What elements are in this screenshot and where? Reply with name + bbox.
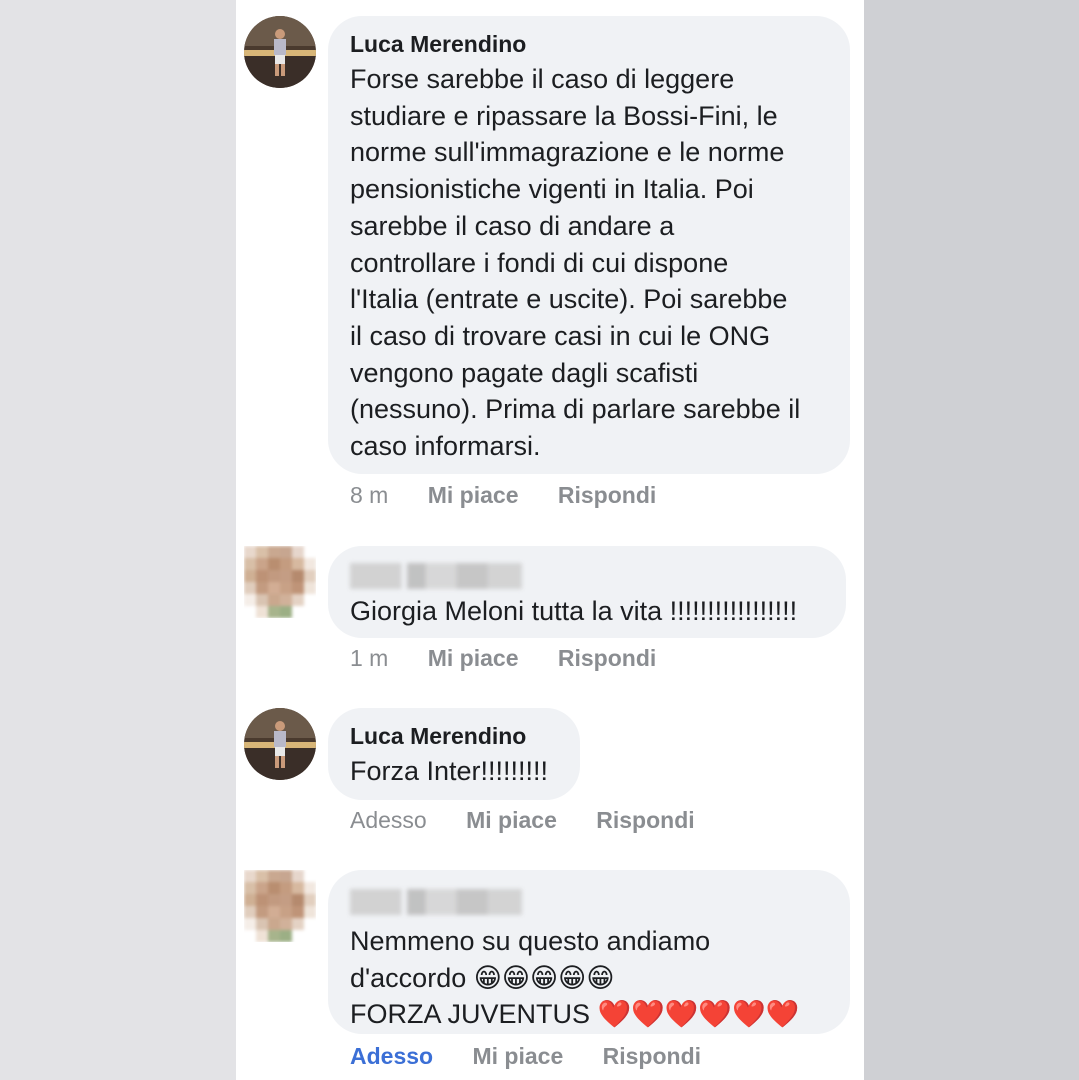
comment-time[interactable]: 8 m — [350, 482, 388, 509]
reply-button[interactable]: Rispondi — [603, 1043, 701, 1070]
comment-bubble: Nemmeno su questo andiamo d'accordo 😁😁😁😁… — [328, 870, 850, 1034]
comment-text: Giorgia Meloni tutta la vita !!!!!!!!!!!… — [350, 596, 798, 626]
right-background — [864, 0, 1079, 1080]
author-redacted — [350, 889, 522, 915]
like-button[interactable]: Mi piace — [428, 482, 519, 509]
comment-actions: 1 m Mi piace Rispondi — [350, 645, 689, 672]
comments-panel: Luca Merendino Forse sarebbe il caso di … — [236, 0, 864, 1080]
comment-time[interactable]: Adesso — [350, 1043, 433, 1070]
comment-author[interactable]: Luca Merendino — [350, 721, 560, 751]
reply-button[interactable]: Rispondi — [558, 482, 656, 509]
reply-button[interactable]: Rispondi — [558, 645, 656, 672]
left-background — [0, 0, 236, 1080]
comment-time[interactable]: Adesso — [350, 807, 427, 834]
like-button[interactable]: Mi piace — [466, 807, 557, 834]
comment-time[interactable]: 1 m — [350, 645, 388, 672]
comment-actions: 8 m Mi piace Rispondi — [350, 482, 689, 509]
comment-text: Nemmeno su questo andiamo d'accordo 😁😁😁😁… — [350, 926, 800, 1030]
comment-author[interactable]: Luca Merendino — [350, 29, 830, 59]
comment-bubble: Luca Merendino Forse sarebbe il caso di … — [328, 16, 850, 474]
avatar-luca[interactable] — [244, 708, 316, 780]
avatar-blurred[interactable] — [244, 546, 316, 618]
avatar-blurred[interactable] — [244, 870, 316, 942]
avatar-luca[interactable] — [244, 16, 316, 88]
comment-bubble: Luca Merendino Forza Inter!!!!!!!!! — [328, 708, 580, 800]
reply-button[interactable]: Rispondi — [596, 807, 694, 834]
comment-bubble: Giorgia Meloni tutta la vita !!!!!!!!!!!… — [328, 546, 846, 638]
like-button[interactable]: Mi piace — [428, 645, 519, 672]
comment-actions: Adesso Mi piace Rispondi — [350, 1043, 734, 1070]
comment-text: Forza Inter!!!!!!!!! — [350, 756, 549, 786]
author-redacted — [350, 563, 522, 589]
comment-text: Forse sarebbe il caso di leggere studiar… — [350, 64, 801, 462]
comment-actions: Adesso Mi piace Rispondi — [350, 807, 728, 834]
like-button[interactable]: Mi piace — [472, 1043, 563, 1070]
